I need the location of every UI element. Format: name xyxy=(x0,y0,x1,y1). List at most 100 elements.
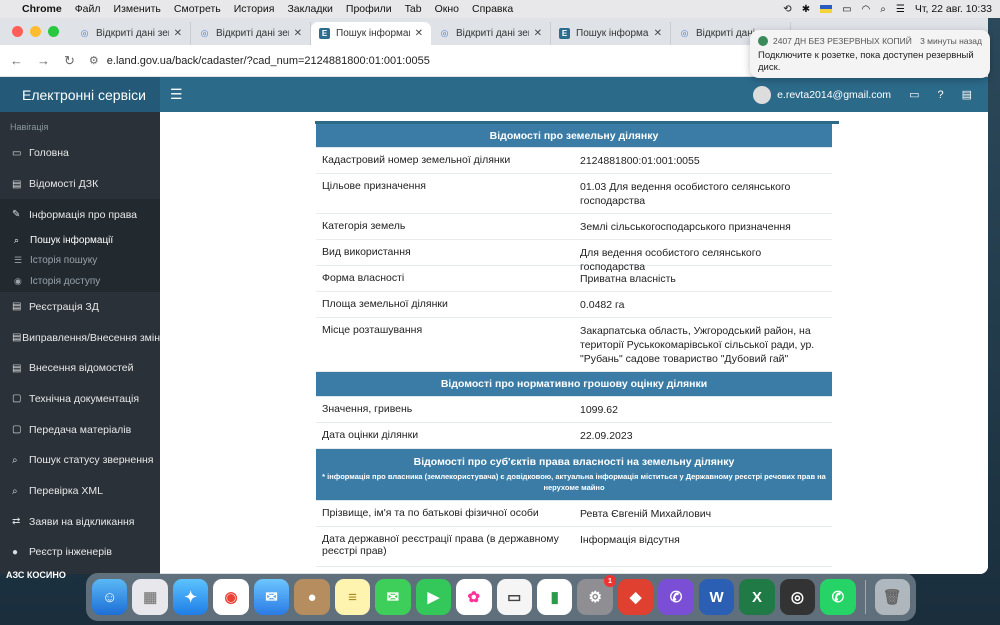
bluetooth-icon[interactable]: ✱ xyxy=(802,4,810,15)
system-settings-icon[interactable]: ⚙ 1 xyxy=(577,575,616,615)
menubar-clock[interactable]: Чт, 22 авг. 10:33 xyxy=(915,3,992,15)
sidebar-item-status-search[interactable]: ⌕ Пошук статусу звернення xyxy=(0,445,160,476)
wifi-icon[interactable]: ◠ xyxy=(862,4,871,15)
help-icon[interactable]: ? xyxy=(937,89,943,101)
user-email: e.revta2014@gmail.com xyxy=(777,88,892,101)
owners-note: * інформація про власника (землекористув… xyxy=(322,472,826,492)
menu-view[interactable]: Смотреть xyxy=(174,3,221,15)
menu-app-name[interactable]: Chrome xyxy=(22,3,62,15)
close-window-button[interactable] xyxy=(12,26,23,37)
menu-help[interactable]: Справка xyxy=(472,3,513,15)
mail-icon[interactable]: ✉ xyxy=(253,579,290,615)
sidebar-item-corrections[interactable]: ▤ Виправлення/Внесення змін xyxy=(0,322,160,353)
sidebar-item-registration[interactable]: ▤ Реєстрація ЗД xyxy=(0,292,160,323)
browser-tab[interactable]: ◎ Відкриті дані зем ✕ xyxy=(191,22,311,45)
back-icon[interactable]: ← xyxy=(10,53,23,68)
photos-icon[interactable]: ✿ xyxy=(456,579,492,615)
browser-window: ◎ Відкриті дані зем ✕ ◎ Відкриті дані зем ✕ … xyxy=(0,18,988,574)
globe-icon: ◎ xyxy=(200,28,209,38)
user-menu[interactable]: e.revta2014@gmail.com xyxy=(753,85,892,104)
contacts-icon[interactable]: ● xyxy=(294,579,330,615)
sidebar-item-label: Інформація про права xyxy=(29,208,137,221)
flag-icon[interactable] xyxy=(820,5,833,13)
parcel-info-table: Відомості про земельну ділянку Кадастров… xyxy=(315,121,839,567)
close-icon[interactable]: ✕ xyxy=(294,28,302,39)
monitor-icon[interactable]: ▭ xyxy=(909,88,919,101)
menu-tab[interactable]: Tab xyxy=(405,3,422,15)
browser-tab[interactable]: ◎ Відкриті дані зем ✕ xyxy=(431,22,551,45)
url-text[interactable]: e.land.gov.ua/back/cadaster/?cad_num=212… xyxy=(107,55,430,67)
time-machine-icon[interactable]: ⟲ xyxy=(783,4,791,15)
keynote-icon[interactable]: ▭ xyxy=(496,579,532,615)
close-icon[interactable]: ✕ xyxy=(654,28,662,39)
backup-notification[interactable]: 2407 ДН БЕЗ РЕЗЕРВНЫХ КОПИЙ 3 минуты наз… xyxy=(750,30,990,78)
sidebar-item-transfer[interactable]: ▢ Передача матеріалів xyxy=(0,414,160,445)
facetime-icon[interactable]: ▶ xyxy=(415,579,452,615)
sidebar-subitem-access-history[interactable]: ◉ Історія доступу xyxy=(0,271,160,292)
eye-icon: ◉ xyxy=(14,275,22,286)
sidebar-item-tech-docs[interactable]: ▢ Технічна документація xyxy=(0,384,160,415)
sidebar-item-engineers[interactable]: ● Реєстр інженерів xyxy=(0,537,160,568)
brand-title[interactable]: Електронні сервіси xyxy=(0,77,160,112)
book-icon[interactable]: ▤ xyxy=(962,88,972,101)
sidebar-item-home[interactable]: ▭ Головна xyxy=(0,138,160,169)
browser-tab-active[interactable]: E Пошук інформац ✕ xyxy=(311,22,431,45)
sidebar-subitem-search[interactable]: ⌕ Пошук інформації xyxy=(0,230,160,251)
site-info-icon[interactable]: ⚙ xyxy=(89,54,99,67)
zoom-window-button[interactable] xyxy=(48,26,59,37)
table-row: Площа земельної ділянки 0.0482 га xyxy=(316,292,832,318)
menu-edit[interactable]: Изменить xyxy=(114,3,161,15)
menu-window[interactable]: Окно xyxy=(435,3,459,15)
word-icon[interactable]: W xyxy=(698,579,735,615)
sidebar-item-revocation[interactable]: ⇄ Заяви на відкликання xyxy=(0,506,160,537)
row-value: Інформація відсутня xyxy=(580,534,680,546)
sidebar-subitem-search-history[interactable]: ☰ Історія пошуку xyxy=(0,251,160,272)
minimize-window-button[interactable] xyxy=(30,26,41,37)
menu-history[interactable]: История xyxy=(234,3,275,15)
sidebar-item-rights-info[interactable]: ✎ Інформація про права xyxy=(0,199,160,231)
search-icon[interactable]: ⌕ xyxy=(880,4,886,15)
screen-recorder-icon[interactable]: ◎ xyxy=(779,579,816,615)
book-icon: ▤ xyxy=(12,362,22,374)
forward-icon[interactable]: → xyxy=(37,53,50,68)
reload-icon[interactable]: ↻ xyxy=(64,53,75,69)
doc-icon: ▢ xyxy=(12,393,22,405)
numbers-icon[interactable]: ▮ xyxy=(536,579,573,615)
row-value: Закарпатська область, Ужгородський район… xyxy=(580,325,815,365)
menu-profiles[interactable]: Профили xyxy=(346,3,392,15)
menu-bookmarks[interactable]: Закладки xyxy=(287,3,332,15)
tab-title: Пошук інформац xyxy=(336,28,410,39)
hamburger-menu-icon[interactable]: ☰ xyxy=(170,86,183,103)
control-center-icon[interactable]: ☰ xyxy=(896,4,905,15)
row-key: Значення, гривень xyxy=(322,403,413,415)
sidebar-item-dzk[interactable]: ▤ Відомості ДЗК xyxy=(0,169,160,200)
notes-icon[interactable]: ≡ xyxy=(334,579,371,615)
whatsapp-icon[interactable]: ✆ xyxy=(820,579,856,615)
chrome-icon[interactable]: ◉ xyxy=(213,579,249,615)
safari-icon[interactable]: ✦ xyxy=(172,579,209,615)
e-icon: E xyxy=(559,28,570,39)
trash-icon[interactable]: 🗑 xyxy=(874,579,911,615)
sidebar-subitem-label: Пошук інформації xyxy=(30,234,114,246)
anydesk-icon[interactable]: ◆ xyxy=(617,579,654,615)
section-header-owners: Відомості про суб'єктів права власності … xyxy=(316,449,832,501)
desktop-file-label[interactable]: АЗС КОСИНО xyxy=(6,570,66,580)
menu-file[interactable]: Файл xyxy=(75,3,101,15)
tab-title: Відкриті дані зем xyxy=(96,28,169,39)
launchpad-icon[interactable]: ▦ xyxy=(132,579,168,615)
sidebar-item-label: Реєстрація ЗД xyxy=(29,300,99,313)
sidebar-item-entering-info[interactable]: ▤ Внесення відомостей xyxy=(0,353,160,384)
notification-time: 3 минуты назад xyxy=(920,36,982,46)
battery-icon[interactable]: ▭ xyxy=(842,4,851,15)
browser-tab[interactable]: ◎ Відкриті дані зем ✕ xyxy=(71,22,191,45)
messages-icon[interactable]: ✉ xyxy=(375,579,411,615)
close-icon[interactable]: ✕ xyxy=(415,28,423,39)
viber-icon[interactable]: ✆ xyxy=(658,579,694,615)
close-icon[interactable]: ✕ xyxy=(534,28,542,39)
row-value: 0.0482 га xyxy=(580,299,625,311)
sidebar-item-xml-check[interactable]: ⌕ Перевірка XML xyxy=(0,476,160,507)
close-icon[interactable]: ✕ xyxy=(174,28,182,39)
browser-tab[interactable]: E Пошук інформац ✕ xyxy=(551,22,671,45)
finder-icon[interactable]: ☺ xyxy=(92,579,128,615)
excel-icon[interactable]: X xyxy=(739,579,775,615)
